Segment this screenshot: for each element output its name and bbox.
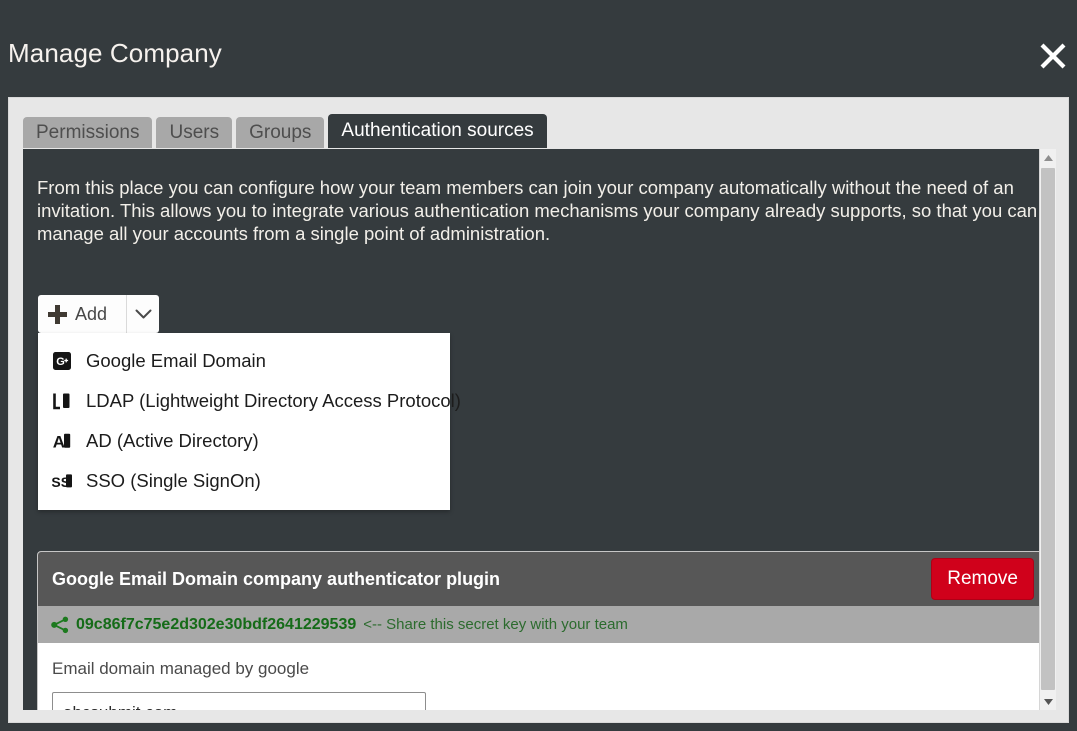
menu-item-active-directory[interactable]: A AD (Active Directory) — [38, 421, 450, 461]
secret-key-hint: <-- Share this secret key with your team — [363, 616, 628, 633]
close-icon[interactable] — [1033, 36, 1073, 76]
add-split-button: Add — [38, 295, 158, 333]
ldap-icon — [51, 392, 73, 410]
add-button[interactable]: Add — [38, 295, 126, 333]
tab-groups[interactable]: Groups — [236, 117, 324, 148]
sso-icon: SS — [51, 472, 73, 490]
add-source-dropdown-menu: G Google Email Domain LDAP (Lightweight … — [38, 333, 450, 510]
add-dropdown-toggle[interactable] — [126, 295, 159, 333]
active-directory-icon: A — [51, 432, 73, 450]
secret-key-value[interactable]: 09c86f7c75e2d302e30bdf2641229539 — [76, 616, 356, 634]
manage-company-modal: Manage Company Permissions Users Groups … — [0, 0, 1077, 731]
email-domain-input[interactable] — [52, 692, 426, 710]
plugin-title: Google Email Domain company authenticato… — [52, 569, 500, 590]
plugin-card-body: Email domain managed by google — [38, 643, 1042, 710]
share-icon — [50, 615, 70, 635]
svg-text:A: A — [53, 433, 65, 451]
tab-users[interactable]: Users — [156, 117, 232, 148]
menu-item-label: LDAP (Lightweight Directory Access Proto… — [86, 390, 461, 412]
menu-item-label: AD (Active Directory) — [86, 430, 259, 452]
svg-text:G: G — [56, 356, 65, 368]
menu-item-label: SSO (Single SignOn) — [86, 470, 261, 492]
modal-panel: Permissions Users Groups Authentication … — [8, 97, 1069, 723]
tab-bar: Permissions Users Groups Authentication … — [23, 115, 547, 148]
tab-authentication-sources[interactable]: Authentication sources — [328, 114, 546, 148]
menu-item-label: Google Email Domain — [86, 350, 266, 372]
page-title: Manage Company — [8, 38, 222, 69]
google-plus-icon: G — [51, 352, 73, 370]
intro-text: From this place you can configure how yo… — [37, 176, 1042, 245]
content-scrollbar[interactable] — [1039, 149, 1056, 710]
menu-item-google-email-domain[interactable]: G Google Email Domain — [38, 341, 450, 381]
plugin-card-header: Google Email Domain company authenticato… — [38, 552, 1042, 606]
caret-up-icon[interactable] — [1040, 149, 1056, 166]
plugin-secret-key-row: 09c86f7c75e2d302e30bdf2641229539 <-- Sha… — [38, 606, 1042, 643]
tab-content-authentication-sources: From this place you can configure how yo… — [23, 149, 1056, 710]
menu-item-ldap[interactable]: LDAP (Lightweight Directory Access Proto… — [38, 381, 450, 421]
caret-down-icon[interactable] — [1040, 693, 1056, 710]
modal-titlebar: Manage Company — [0, 0, 1077, 93]
authenticator-plugin-card: Google Email Domain company authenticato… — [37, 551, 1043, 710]
scrollbar-thumb[interactable] — [1041, 168, 1055, 690]
remove-button[interactable]: Remove — [931, 558, 1034, 600]
chevron-down-icon — [135, 309, 152, 320]
menu-item-sso[interactable]: SS SSO (Single SignOn) — [38, 461, 450, 501]
add-button-label: Add — [75, 304, 107, 325]
plus-icon — [48, 305, 67, 324]
email-domain-label: Email domain managed by google — [52, 659, 1042, 679]
tab-permissions[interactable]: Permissions — [23, 117, 152, 148]
